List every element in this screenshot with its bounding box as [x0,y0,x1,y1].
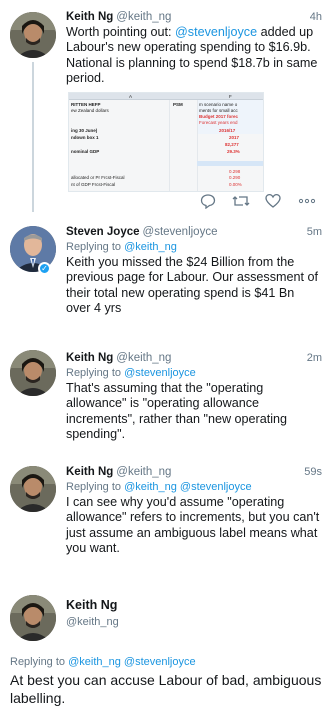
verified-badge-icon: ✓ [38,262,51,275]
replying-to: Replying to @stevenljoyce [66,366,322,380]
tweet-4[interactable]: Keith Ng @keith_ng 59s Replying to @keith… [0,460,332,590]
sheet-cell: PSM [173,102,183,107]
sheet-gridline [197,100,198,191]
tweet-text: Worth pointing out: @stevenljoyce added … [66,25,322,87]
sheet-cell: 2016/17 [219,128,236,133]
sheet-band [197,161,263,166]
tweet-1[interactable]: Keith Ng @keith_ng 4h Worth pointing out:… [0,0,332,215]
tweet-2[interactable]: ✓ Steven Joyce @stevenljoyce 5m Replying … [0,215,332,345]
replying-to: Replying to @keith_ng [66,240,322,254]
sheet-cell: allocated or Pr Frcst-Fiscal [71,175,125,180]
thread-line [32,62,34,212]
avatar[interactable] [10,595,56,641]
sheet-cell: nt of GDP Frcst-Fiscal [71,182,116,187]
timestamp[interactable]: 59s [304,465,322,479]
replying-to-label: Replying to [66,367,125,379]
mention-link[interactable]: @stevenljoyce [175,25,257,39]
tweet-text-part: Worth pointing out: [66,25,175,39]
timestamp[interactable]: 2m [307,351,322,365]
sheet-gridline [169,100,170,191]
author-name[interactable]: Keith Ng [66,352,113,364]
heart-icon[interactable] [265,193,281,214]
tweet-text: I can see why you'd assume "operating al… [66,495,320,556]
more-icon[interactable] [298,193,316,214]
sheet-cell: 29.3% [227,149,240,154]
mention-link[interactable]: @keith_ng [124,241,177,253]
sheet-cell: 2017 [229,135,240,140]
sheet-cell: 0.00% [229,182,242,187]
author-name[interactable]: Steven Joyce [66,226,140,238]
sheet-cell: 82,277 [225,142,239,147]
author-handle[interactable]: @stevenljoyce [143,226,218,238]
replying-to: Replying to @keith_ng @stevenljoyce [10,656,196,668]
avatar[interactable] [10,350,56,396]
mention-link[interactable]: @keith_ng @stevenljoyce [124,481,252,493]
replying-to-label: Replying to [10,656,69,668]
tweet-text: Keith you missed the $24 Billion from th… [66,255,319,316]
reply-icon[interactable] [200,193,216,214]
spreadsheet-image[interactable]: A F RITTEN HEFP PSM m scenario name o ew… [68,92,264,192]
author-handle[interactable]: @keith_ng [66,616,322,628]
author-name[interactable]: Keith Ng [66,466,113,478]
mention-link[interactable]: @keith_ng @stevenljoyce [68,656,196,668]
author-handle[interactable]: @keith_ng [116,11,171,23]
sheet-cell: Forecast years end [199,120,238,125]
retweet-icon[interactable] [232,193,250,214]
tweet-actions [200,193,322,210]
replying-to-label: Replying to [66,241,125,253]
author-handle[interactable]: @keith_ng [116,352,171,364]
timestamp[interactable]: 4h [310,10,322,24]
sheet-cell: ing 30 June) [71,128,98,133]
author-name[interactable]: Keith Ng [66,598,117,612]
author-handle[interactable]: @keith_ng [116,466,171,478]
tweet-3[interactable]: Keith Ng @keith_ng 2m Replying to @steven… [0,345,332,460]
timestamp[interactable]: 5m [307,225,322,239]
author-name[interactable]: Keith Ng [66,11,113,23]
mention-link[interactable]: @stevenljoyce [124,367,196,379]
sheet-header [69,93,263,100]
avatar[interactable] [10,12,56,58]
replying-to-label: Replying to [66,481,125,493]
replying-to: Replying to @keith_ng @stevenljoyce [66,480,322,494]
tweet-text: That's assuming that the "operating allo… [66,381,288,442]
sheet-cell: nominal GDP [71,149,100,154]
avatar[interactable] [10,466,56,512]
sheet-cell: 0.290 [229,175,241,180]
sheet-cell: ndown box 1 [71,135,99,140]
sheet-cell: ew Zealand dollars [71,108,109,113]
tweet-text: At best you can accuse Labour of bad, am… [10,672,322,706]
sheet-col-a: A [129,94,133,99]
